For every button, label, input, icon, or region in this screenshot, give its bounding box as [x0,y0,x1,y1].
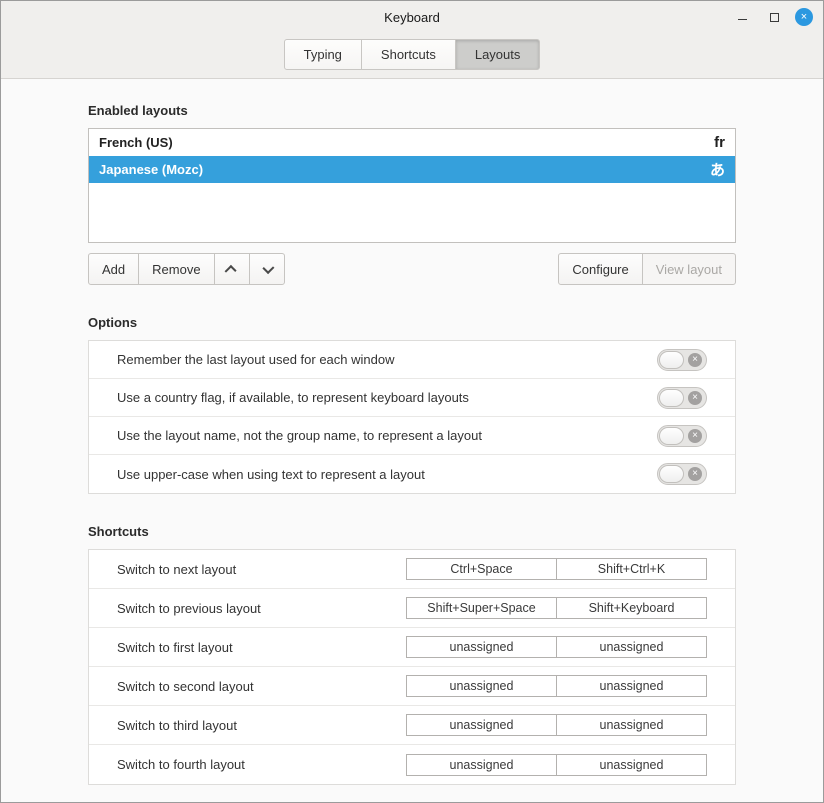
option-row: Remember the last layout used for each w… [89,341,735,379]
shortcut-binding-button[interactable]: unassigned [556,754,707,776]
toggle-switch[interactable]: × [657,387,707,409]
switch-off-icon: × [688,353,702,367]
tab-layouts[interactable]: Layouts [455,39,541,70]
view-layout-button[interactable]: View layout [642,253,736,285]
shortcut-label: Switch to second layout [117,679,406,694]
shortcut-row: Switch to second layoutunassignedunassig… [89,667,735,706]
move-layout-down-button[interactable] [249,253,285,285]
shortcut-row: Switch to next layoutCtrl+SpaceShift+Ctr… [89,550,735,589]
option-row: Use upper-case when using text to repres… [89,455,735,493]
shortcut-label: Switch to next layout [117,562,406,577]
layout-list-item[interactable]: Japanese (Mozc) あ [89,156,735,183]
shortcut-row: Switch to previous layoutShift+Super+Spa… [89,589,735,628]
maximize-button[interactable] [763,6,785,28]
option-row: Use a country flag, if available, to rep… [89,379,735,417]
enabled-layouts-heading: Enabled layouts [88,103,736,118]
maximize-icon [770,13,779,22]
layout-name: French (US) [99,135,173,150]
layout-name: Japanese (Mozc) [99,162,203,177]
tab-shortcuts[interactable]: Shortcuts [361,39,456,70]
tab-bar: TypingShortcutsLayouts [1,33,823,78]
toggle-switch[interactable]: × [657,463,707,485]
layout-list-actions: Add Remove Configure View layout [88,253,736,285]
shortcut-bindings: unassignedunassigned [406,754,707,776]
shortcut-bindings: Shift+Super+SpaceShift+Keyboard [406,597,707,619]
titlebar: Keyboard × [1,1,823,33]
content-area: Enabled layouts French (US) fr Japanese (M… [1,103,823,785]
layout-view-button-group: Configure View layout [558,253,736,285]
shortcut-binding-button[interactable]: Ctrl+Space [406,558,557,580]
shortcut-label: Switch to third layout [117,718,406,733]
switch-off-icon: × [688,467,702,481]
window-title: Keyboard [384,10,440,25]
shortcuts-heading: Shortcuts [88,524,736,539]
options-list: Remember the last layout used for each w… [88,340,736,494]
close-icon: × [801,12,807,23]
shortcut-binding-button[interactable]: unassigned [406,754,557,776]
minimize-icon [738,19,747,20]
layout-glyph: fr [714,134,725,151]
option-row: Use the layout name, not the group name,… [89,417,735,455]
switch-off-icon: × [688,429,702,443]
shortcut-bindings: unassignedunassigned [406,636,707,658]
shortcut-label: Switch to first layout [117,640,406,655]
switch-knob [659,351,684,369]
switch-knob [659,389,684,407]
option-label: Use upper-case when using text to repres… [117,467,425,482]
keyboard-settings-window: Keyboard × TypingShortcutsLayouts Enable… [0,0,824,803]
shortcut-binding-button[interactable]: unassigned [556,675,707,697]
shortcut-binding-button[interactable]: Shift+Super+Space [406,597,557,619]
shortcut-binding-button[interactable]: unassigned [556,714,707,736]
option-label: Use the layout name, not the group name,… [117,428,482,443]
option-label: Remember the last layout used for each w… [117,352,394,367]
shortcut-label: Switch to fourth layout [117,757,406,772]
tab-typing[interactable]: Typing [284,39,362,70]
shortcut-binding-button[interactable]: unassigned [556,636,707,658]
shortcut-label: Switch to previous layout [117,601,406,616]
layout-list-item[interactable]: French (US) fr [89,129,735,156]
shortcut-binding-button[interactable]: unassigned [406,636,557,658]
add-layout-button[interactable]: Add [88,253,139,285]
shortcut-row: Switch to first layoutunassignedunassign… [89,628,735,667]
minimize-button[interactable] [731,6,753,28]
switch-knob [659,427,684,445]
shortcut-bindings: unassignedunassigned [406,675,707,697]
shortcut-bindings: Ctrl+SpaceShift+Ctrl+K [406,558,707,580]
shortcut-binding-button[interactable]: Shift+Ctrl+K [556,558,707,580]
window-header: Keyboard × TypingShortcutsLayouts [1,1,823,79]
shortcut-binding-button[interactable]: unassigned [406,675,557,697]
switch-off-icon: × [688,391,702,405]
move-layout-up-button[interactable] [214,253,250,285]
shortcut-bindings: unassignedunassigned [406,714,707,736]
shortcut-binding-button[interactable]: Shift+Keyboard [556,597,707,619]
toggle-switch[interactable]: × [657,349,707,371]
options-heading: Options [88,315,736,330]
switch-knob [659,465,684,483]
layout-edit-button-group: Add Remove [88,253,285,285]
enabled-layouts-list[interactable]: French (US) fr Japanese (Mozc) あ [88,128,736,243]
close-button[interactable]: × [795,8,813,26]
shortcuts-list: Switch to next layoutCtrl+SpaceShift+Ctr… [88,549,736,785]
shortcut-row: Switch to fourth layoutunassignedunassig… [89,745,735,784]
toggle-switch[interactable]: × [657,425,707,447]
option-label: Use a country flag, if available, to rep… [117,390,469,405]
layout-glyph: あ [710,159,725,180]
shortcut-row: Switch to third layoutunassignedunassign… [89,706,735,745]
window-controls: × [731,1,813,33]
chevron-down-icon [262,262,274,274]
chevron-up-icon [224,264,236,276]
configure-button[interactable]: Configure [558,253,642,285]
shortcut-binding-button[interactable]: unassigned [406,714,557,736]
remove-layout-button[interactable]: Remove [138,253,214,285]
